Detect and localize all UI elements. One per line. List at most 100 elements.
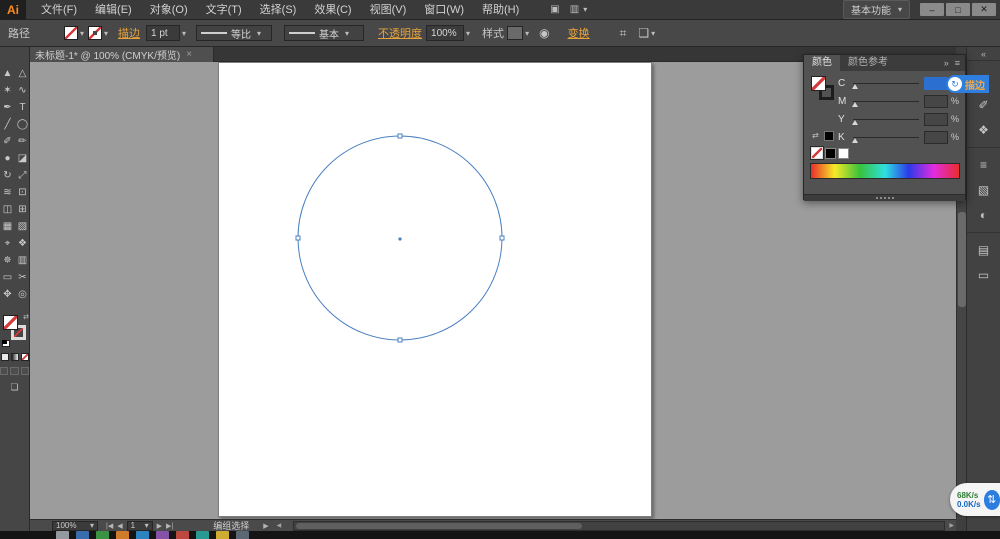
taskbar-icon[interactable]	[236, 531, 249, 539]
slider-thumb-icon[interactable]	[852, 137, 858, 143]
taskbar-icon[interactable]	[176, 531, 189, 539]
stroke-weight-field[interactable]: 1 pt	[146, 25, 181, 41]
document-tab[interactable]: 未标题-1* @ 100% (CMYK/预览) ×	[30, 47, 214, 62]
last-artboard-icon[interactable]: ▶|	[166, 522, 173, 530]
tool-button[interactable]: ●	[0, 150, 15, 167]
panel-resize-grip[interactable]	[804, 194, 965, 201]
close-button[interactable]: ✕	[972, 3, 996, 16]
stroke-panel-link[interactable]: 描边	[118, 25, 140, 41]
channel-value-field[interactable]	[923, 94, 948, 108]
taskbar-icon[interactable]	[116, 531, 129, 539]
draw-inside-button[interactable]	[20, 367, 29, 375]
dock-highlight-tooltip[interactable]: ↻ 描边	[946, 75, 989, 93]
previous-artboard-icon[interactable]: ◀	[117, 522, 122, 530]
maximize-button[interactable]: □	[946, 3, 970, 16]
screen-mode-button[interactable]: ❏	[0, 382, 29, 393]
tool-button[interactable]: ▲	[0, 65, 15, 82]
taskbar-icon[interactable]	[156, 531, 169, 539]
tool-button[interactable]: ╱	[0, 116, 15, 133]
style-swatch[interactable]	[507, 26, 524, 40]
draw-behind-button[interactable]	[10, 367, 19, 375]
tool-button[interactable]: ◎	[15, 286, 30, 303]
next-artboard-icon[interactable]: ▶	[157, 522, 162, 530]
isolate-options-button[interactable]: ❏ ▾	[638, 26, 655, 40]
menu-item[interactable]: 效果(C)	[305, 0, 360, 20]
horizontal-scroll-thumb[interactable]	[296, 522, 583, 529]
swap-fill-stroke-icon[interactable]: ⇄	[23, 313, 29, 321]
gradient-button[interactable]	[10, 353, 19, 361]
swap-fill-stroke-icon[interactable]: ⇄	[812, 131, 819, 140]
dock-panel-button[interactable]: ▭	[967, 262, 1000, 287]
tool-button[interactable]: ◪	[15, 150, 30, 167]
slider-thumb-icon[interactable]	[852, 83, 858, 89]
tab-color[interactable]: 颜色	[804, 55, 840, 71]
anchor-point-top[interactable]	[397, 133, 403, 139]
channel-slider[interactable]	[852, 118, 919, 125]
scroll-right-icon[interactable]: ▶	[947, 522, 956, 529]
tool-button[interactable]: ↻	[0, 167, 15, 184]
opacity-field[interactable]: 100%	[426, 25, 465, 41]
channel-value-field[interactable]	[923, 130, 948, 144]
tool-button[interactable]: ▥	[15, 252, 30, 269]
stroke-none-swatch[interactable]	[88, 26, 103, 40]
dock-panel-button[interactable]: ▧	[967, 177, 1000, 202]
status-menu-icon[interactable]: ▶	[263, 522, 268, 530]
workspace-switcher[interactable]: 基本功能 ▾	[842, 0, 910, 19]
collapse-panel-icon[interactable]: »	[944, 58, 949, 68]
tool-button[interactable]: ▧	[15, 218, 30, 235]
expand-panels-icon[interactable]: «	[967, 47, 1000, 61]
tool-button[interactable]: ◯	[15, 116, 30, 133]
arrange-documents-icon[interactable]: ▥ ▾	[570, 4, 587, 15]
dock-panel-button[interactable]: ▤	[966, 232, 1000, 262]
recolor-artwork-icon[interactable]: ◉	[539, 26, 549, 40]
transform-panel-link[interactable]: 变换	[568, 25, 590, 41]
none-swatch[interactable]	[810, 146, 824, 160]
channel-value-field[interactable]	[923, 76, 948, 90]
fill-stroke-proxy[interactable]: ⇄	[0, 313, 30, 347]
close-tab-icon[interactable]: ×	[186, 49, 192, 60]
channel-slider[interactable]	[852, 100, 919, 107]
menu-item[interactable]: 窗口(W)	[415, 0, 473, 20]
menu-item[interactable]: 文件(F)	[32, 0, 86, 20]
menu-item[interactable]: 对象(O)	[141, 0, 197, 20]
tool-button[interactable]: ⌖	[0, 235, 15, 252]
document-icon[interactable]: ▣	[550, 4, 559, 15]
taskbar-icon[interactable]	[96, 531, 109, 539]
tool-button[interactable]: ⊞	[15, 201, 30, 218]
slider-thumb-icon[interactable]	[852, 101, 858, 107]
none-button[interactable]	[20, 353, 29, 361]
last-color-swatch[interactable]	[824, 131, 834, 141]
color-spectrum-bar[interactable]	[810, 163, 960, 179]
tool-button[interactable]: ❖	[15, 235, 30, 252]
tool-button[interactable]: ✐	[0, 133, 15, 150]
tab-color-guide[interactable]: 颜色参考	[840, 55, 896, 71]
default-colors-icon[interactable]	[2, 340, 10, 347]
tool-button[interactable]: T	[15, 99, 30, 116]
dock-panel-button[interactable]: ≡	[966, 147, 1000, 177]
menu-item[interactable]: 文字(T)	[197, 0, 251, 20]
brush-definition-select[interactable]: 基本 ▾	[284, 25, 365, 41]
width-profile-select[interactable]: 等比 ▾	[196, 25, 273, 41]
chevron-down-icon[interactable]: ▾	[466, 29, 470, 38]
align-icon[interactable]: ⌗	[620, 26, 627, 41]
first-artboard-icon[interactable]: |◀	[106, 522, 113, 530]
zoom-level-select[interactable]: 100% ▾	[52, 520, 98, 531]
tool-button[interactable]: ≋	[0, 184, 15, 201]
tool-button[interactable]: ✵	[0, 252, 15, 269]
tool-button[interactable]: ▭	[0, 269, 15, 286]
taskbar-icon[interactable]	[196, 531, 209, 539]
dock-panel-button[interactable]: ❖	[967, 117, 1000, 142]
scroll-left-icon[interactable]: ◀	[275, 522, 284, 529]
vertical-scroll-thumb[interactable]	[958, 212, 966, 307]
taskbar-icon[interactable]	[136, 531, 149, 539]
tool-button[interactable]: ⊡	[15, 184, 30, 201]
panel-fill-swatch[interactable]	[811, 76, 826, 91]
channel-slider[interactable]	[852, 136, 919, 143]
chevron-down-icon[interactable]: ▾	[104, 29, 108, 38]
tool-button[interactable]: ✏	[15, 133, 30, 150]
net-speed-overlay[interactable]: 68K/s 0.0K/s ⇅	[950, 483, 1000, 516]
anchor-point-bottom[interactable]	[397, 337, 403, 343]
fill-none-swatch[interactable]	[64, 26, 78, 40]
speed-monitor-icon[interactable]: ⇅	[983, 489, 1000, 510]
chevron-down-icon[interactable]: ▾	[525, 29, 529, 38]
